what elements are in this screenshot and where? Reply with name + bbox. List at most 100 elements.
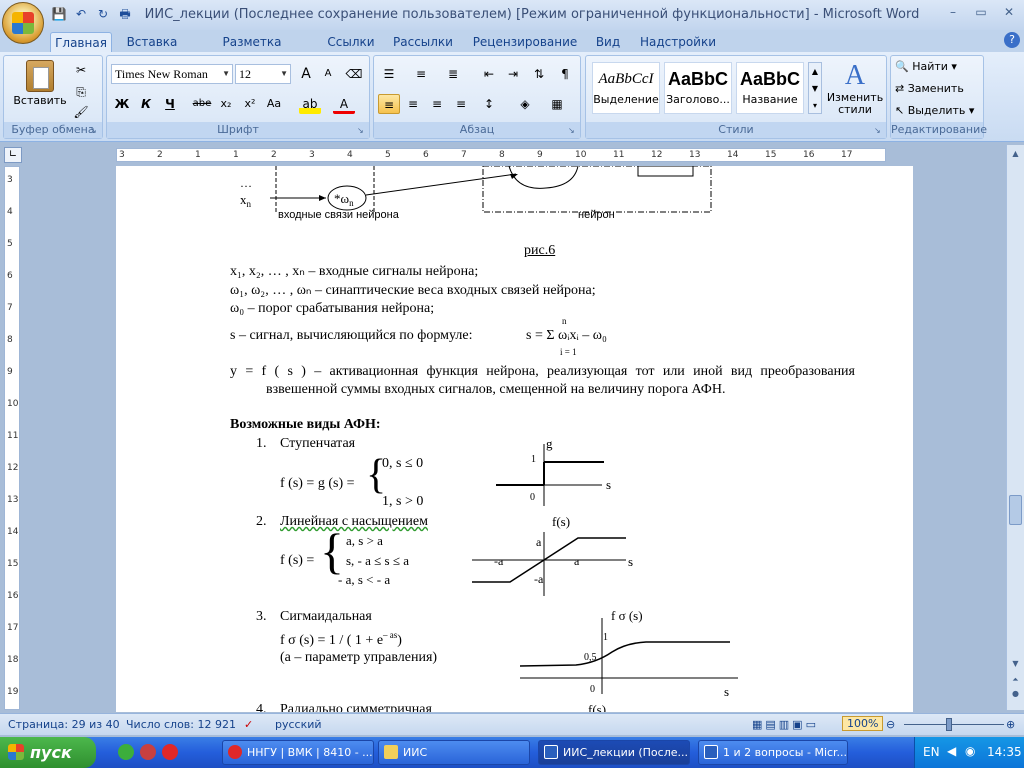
utorrent-icon[interactable] <box>118 744 134 760</box>
task-word[interactable]: 1 и 2 вопросы - Micr... <box>698 740 848 765</box>
tab-review[interactable]: Рецензирование <box>466 32 584 52</box>
zoom-level[interactable]: 100% <box>842 716 884 731</box>
strikethrough-button[interactable]: abe <box>191 94 213 114</box>
align-right-icon[interactable]: ≡ <box>426 94 448 114</box>
font-color-icon[interactable]: A <box>333 94 355 114</box>
highlight-icon[interactable]: ab <box>299 94 321 114</box>
dialog-launcher-icon[interactable]: ↘ <box>874 126 884 136</box>
justify-icon[interactable]: ≡ <box>450 94 472 114</box>
clock[interactable]: 14:35 <box>987 745 1022 759</box>
cut-icon[interactable]: ✂ <box>70 60 92 80</box>
page-count[interactable]: Страница: 29 из 40 <box>8 718 120 731</box>
close-button[interactable]: ✕ <box>998 4 1020 20</box>
tab-page-layout[interactable]: Разметка страницы <box>192 32 312 69</box>
list-item-num: 1. <box>256 436 267 451</box>
find-button[interactable]: 🔍 Найти ▾ <box>895 60 957 73</box>
word-count[interactable]: Число слов: 12 921 <box>126 718 236 731</box>
superscript-button[interactable]: x² <box>239 94 261 114</box>
align-left-icon[interactable]: ≡ <box>378 94 400 114</box>
prev-page-icon[interactable]: ⏶ <box>1009 673 1022 687</box>
show-marks-icon[interactable]: ¶ <box>554 64 576 84</box>
select-button[interactable]: ↖ Выделить ▾ <box>895 104 974 117</box>
tab-references[interactable]: Ссылки <box>322 32 380 52</box>
grow-font-button[interactable]: A <box>295 64 317 84</box>
horizontal-ruler[interactable]: 3 2 1 1 2 3 4 5 6 7 8 9 10 11 12 13 14 15 16 17 <box>116 148 886 162</box>
font-name-select[interactable]: Times New Roman ▼ <box>111 64 233 84</box>
start-button[interactable]: пуск <box>0 737 96 768</box>
subscript-button[interactable]: x₂ <box>215 94 237 114</box>
tab-insert[interactable]: Вставка <box>122 32 182 52</box>
opera-icon[interactable] <box>162 744 178 760</box>
clipboard-group-label: Буфер обмена <box>4 122 102 138</box>
lin-axis-fs: f(s) <box>552 514 571 529</box>
minimize-button[interactable]: – <box>942 4 964 20</box>
ruler-tick-label: 17 <box>7 623 19 633</box>
ruler-tick-label: 15 <box>7 559 19 569</box>
app-icon[interactable] <box>140 744 156 760</box>
back-arrow-icon[interactable]: ◀ <box>947 744 956 758</box>
tab-home[interactable]: Главная <box>50 32 112 52</box>
language[interactable]: русский <box>275 718 322 731</box>
paste-button[interactable]: Вставить <box>10 60 70 114</box>
tab-mailings[interactable]: Рассылки <box>390 32 456 52</box>
task-folder[interactable]: ИИС <box>378 740 530 765</box>
formula-lower-limit: i = 1 <box>560 347 577 357</box>
dialog-launcher-icon[interactable]: ↘ <box>90 126 100 136</box>
zoom-slider-thumb[interactable] <box>946 718 952 731</box>
decrease-indent-icon[interactable]: ⇤ <box>478 64 500 84</box>
browse-object-icon[interactable]: ● <box>1009 687 1022 701</box>
tab-addins[interactable]: Надстройки <box>636 32 720 52</box>
clear-format-icon[interactable]: ⌫ <box>343 64 365 84</box>
scroll-thumb[interactable] <box>1009 495 1022 525</box>
italic-button[interactable]: К <box>135 94 157 114</box>
underline-button[interactable]: Ч <box>159 94 181 114</box>
align-center-icon[interactable]: ≡ <box>402 94 424 114</box>
zoom-slider[interactable] <box>904 724 1004 725</box>
restore-button[interactable]: ▭ <box>970 4 992 20</box>
copy-icon[interactable]: ⎘ <box>70 82 92 102</box>
dialog-launcher-icon[interactable]: ↘ <box>568 126 578 136</box>
office-logo-icon <box>12 12 34 34</box>
numbering-icon[interactable]: ≡ <box>410 64 432 84</box>
style-heading[interactable]: AaBbC Заголово... <box>664 62 732 114</box>
view-buttons[interactable]: ▦▤▥▣▭ <box>752 718 819 731</box>
sort-icon[interactable]: ⇅ <box>528 64 550 84</box>
format-painter-icon[interactable]: 🖌 <box>70 102 92 122</box>
vertical-ruler[interactable]: 3 4 5 6 7 8 9 10 11 12 13 14 15 16 17 18 19 <box>4 166 20 710</box>
sig-tick-half: 0,5 <box>584 652 597 663</box>
document-page[interactable]: … xn *ωn входные связи нейрона нейрон ри… <box>116 166 913 712</box>
tab-selector[interactable]: ∟ <box>4 147 22 163</box>
zoom-in-icon[interactable]: ⊕ <box>1006 718 1015 731</box>
help-icon[interactable]: ? <box>1004 32 1020 48</box>
change-styles-button[interactable]: A Изменить стили <box>826 60 884 120</box>
multilevel-list-icon[interactable]: ≣ <box>442 64 464 84</box>
task-word-active[interactable]: ИИС_лекции (После... <box>538 740 690 765</box>
line-spacing-icon[interactable]: ↕ <box>478 94 500 114</box>
shrink-font-button[interactable]: A <box>317 64 339 84</box>
font-size-select[interactable]: 12 ▼ <box>235 64 291 84</box>
increase-indent-icon[interactable]: ⇥ <box>502 64 524 84</box>
scroll-down-icon[interactable]: ▼ <box>1009 657 1022 671</box>
bullets-icon[interactable]: ☰ <box>378 64 400 84</box>
style-title[interactable]: AaBbC Название <box>736 62 804 114</box>
vertical-scrollbar[interactable]: ▲ ▼ ⏶ ● <box>1006 145 1024 710</box>
styles-scroll[interactable]: ▲ ▼ ▾ <box>808 62 822 114</box>
zoom-out-icon[interactable]: ⊖ <box>886 718 895 731</box>
paste-label: Вставить <box>13 94 67 107</box>
replace-button[interactable]: ⇄ Заменить <box>895 82 964 95</box>
shading-icon[interactable]: ◈ <box>514 94 536 114</box>
ruler-tick-label: 13 <box>7 495 19 505</box>
office-button[interactable] <box>2 2 44 44</box>
scroll-up-icon[interactable]: ▲ <box>1009 147 1022 161</box>
task-opera[interactable]: ННГУ | ВМК | 8410 - ... <box>222 740 374 765</box>
step-axis-s: s <box>606 477 612 492</box>
change-case-button[interactable]: Aa <box>263 94 285 114</box>
spelling-icon[interactable]: ✓ <box>244 718 253 731</box>
style-emphasis[interactable]: AaBbCcI Выделение <box>592 62 660 114</box>
borders-icon[interactable]: ▦ <box>546 94 568 114</box>
tab-view[interactable]: Вид <box>590 32 626 52</box>
dialog-launcher-icon[interactable]: ↘ <box>357 126 367 136</box>
bold-button[interactable]: Ж <box>111 94 133 114</box>
language-indicator[interactable]: EN <box>923 745 940 759</box>
network-icon[interactable]: ◉ <box>965 744 975 758</box>
